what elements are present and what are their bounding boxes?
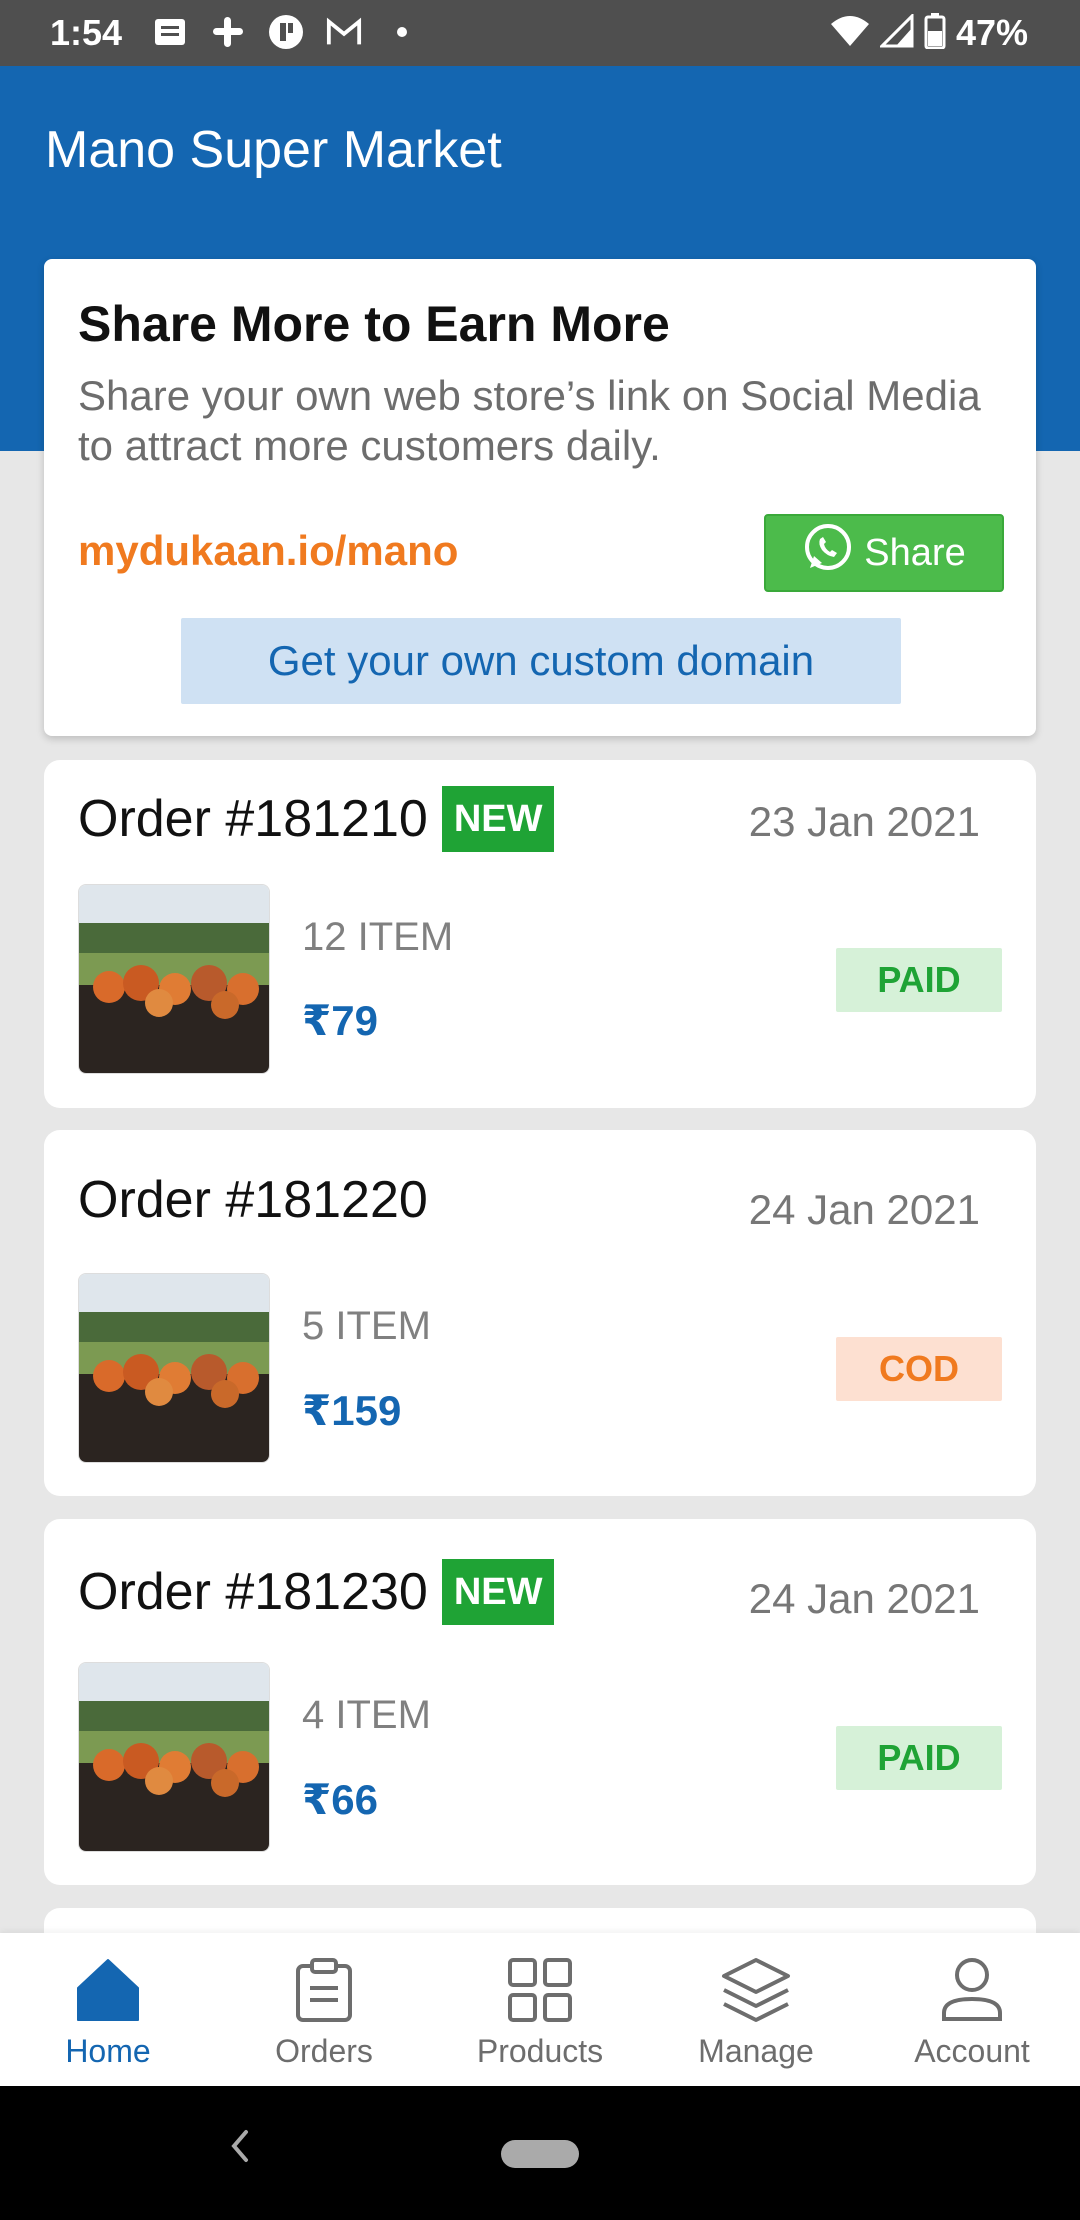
slack-icon <box>210 14 246 50</box>
nav-account[interactable]: Account <box>864 1933 1080 2086</box>
grid-icon <box>505 1955 575 2025</box>
system-navigation-bar <box>0 2086 1080 2220</box>
store-link[interactable]: mydukaan.io/mano <box>78 527 458 575</box>
order-title-row: Order #181210 NEW <box>78 786 555 852</box>
home-pill[interactable] <box>501 2140 579 2168</box>
promo-title: Share More to Earn More <box>78 296 670 352</box>
message-icon <box>152 14 188 50</box>
order-thumbnail <box>78 1662 270 1852</box>
order-card[interactable]: Order #181210 NEW 23 Jan 2021 12 ITEM ₹7… <box>44 760 1036 1108</box>
nav-orders-label: Orders <box>275 2033 373 2069</box>
status-time: 1:54 <box>50 12 123 53</box>
status-right: 47% <box>830 11 1028 54</box>
nav-home[interactable]: Home <box>0 1933 216 2086</box>
order-title-row: Order #181220 <box>78 1170 428 1230</box>
layers-icon <box>721 1955 791 2025</box>
payment-status-badge: PAID <box>836 1726 1002 1790</box>
order-title-row: Order #181230 NEW <box>78 1559 555 1625</box>
order-card[interactable]: Order #181230 NEW 24 Jan 2021 4 ITEM ₹66… <box>44 1519 1036 1885</box>
order-price: ₹79 <box>302 997 378 1044</box>
share-promo-card: Share More to Earn More Share your own w… <box>44 259 1036 736</box>
payment-status-badge: COD <box>836 1337 1002 1401</box>
wifi-icon <box>830 14 870 53</box>
order-thumbnail <box>78 884 270 1074</box>
item-count: 4 ITEM <box>302 1693 431 1737</box>
promo-description: Share your own web store’s link on Socia… <box>78 372 981 469</box>
store-title: Mano Super Market <box>45 121 502 179</box>
nav-products-label: Products <box>476 2033 604 2069</box>
order-price: ₹159 <box>302 1387 402 1434</box>
bottom-navigation: Home Orders Products Manage Account <box>0 1933 1080 2086</box>
order-price: ₹66 <box>302 1776 378 1823</box>
nav-products[interactable]: Products <box>432 1933 648 2086</box>
person-icon <box>937 1955 1007 2025</box>
gmail-icon <box>326 14 362 50</box>
dot-icon <box>384 14 420 50</box>
order-thumbnail <box>78 1273 270 1463</box>
whatsapp-icon <box>802 522 854 584</box>
nav-manage[interactable]: Manage <box>648 1933 864 2086</box>
custom-domain-button[interactable]: Get your own custom domain <box>181 618 901 704</box>
new-badge: NEW <box>441 1559 555 1625</box>
back-icon[interactable] <box>226 2126 252 2171</box>
order-date: 24 Jan 2021 <box>748 1186 980 1233</box>
order-date: 23 Jan 2021 <box>748 798 980 845</box>
nav-home-label: Home <box>65 2033 151 2069</box>
order-card[interactable]: Order #181220 24 Jan 2021 5 ITEM ₹159 CO… <box>44 1130 1036 1496</box>
nav-orders[interactable]: Orders <box>216 1933 432 2086</box>
status-bar: 1:54 47% <box>0 0 1080 66</box>
app-icon <box>268 14 304 50</box>
payment-status-badge: PAID <box>836 948 1002 1012</box>
item-count: 5 ITEM <box>302 1304 431 1348</box>
nav-manage-label: Manage <box>698 2033 814 2069</box>
item-count: 12 ITEM <box>302 915 454 959</box>
notification-icons <box>152 14 420 50</box>
battery-icon <box>924 12 946 54</box>
battery-percent: 47% <box>955 12 1028 53</box>
order-date: 24 Jan 2021 <box>748 1575 980 1622</box>
share-label: Share <box>864 531 966 574</box>
nav-account-label: Account <box>914 2033 1030 2069</box>
order-number: Order #181210 <box>78 790 428 848</box>
new-badge: NEW <box>441 786 555 852</box>
order-number: Order #181220 <box>78 1171 428 1229</box>
home-icon <box>73 1955 143 2025</box>
whatsapp-share-button[interactable]: Share <box>764 514 1004 592</box>
order-number: Order #181230 <box>78 1563 428 1621</box>
clipboard-icon <box>289 1955 359 2025</box>
signal-icon <box>878 11 914 53</box>
